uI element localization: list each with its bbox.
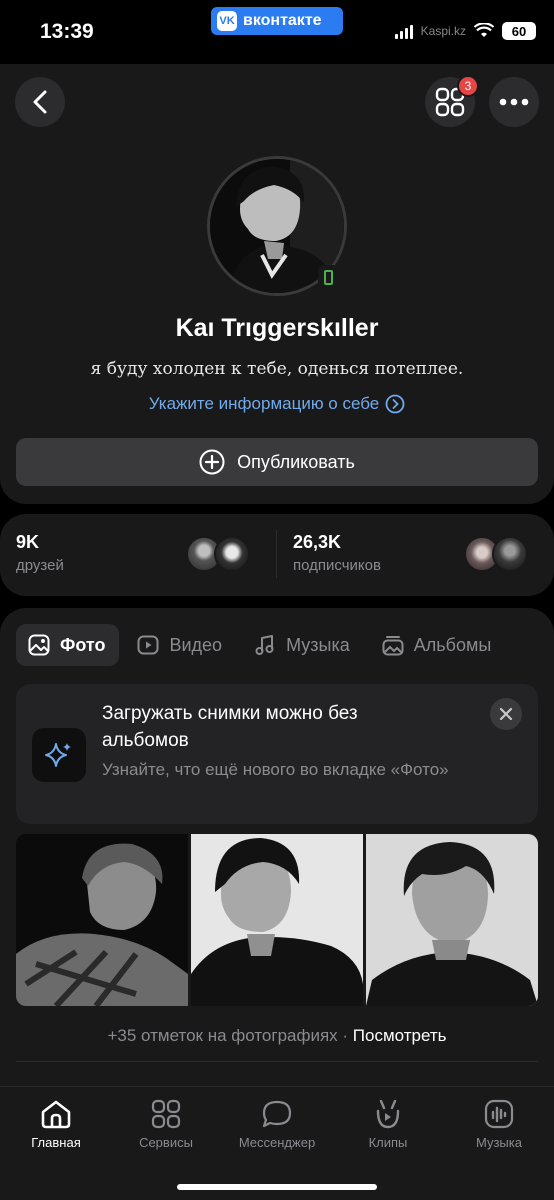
publish-button[interactable]: Опубликовать — [16, 438, 538, 486]
home-icon — [41, 1100, 71, 1129]
messenger-icon — [262, 1100, 292, 1128]
vk-app-badge[interactable]: VK вконтакте — [211, 7, 343, 35]
friends-label: друзей — [16, 557, 64, 574]
close-promo-button[interactable] — [490, 698, 522, 730]
chevron-right-circle-icon — [385, 394, 405, 414]
nav-services[interactable]: Сервисы — [111, 1099, 221, 1150]
chevron-left-icon — [33, 90, 47, 114]
tagged-photos-text: +35 отметок на фотографиях · — [107, 1026, 353, 1045]
tab-albums-label: Альбомы — [413, 634, 492, 655]
video-icon — [137, 635, 159, 655]
nav-services-label: Сервисы — [139, 1135, 193, 1150]
photo-thumbnail[interactable] — [191, 834, 363, 1006]
photo-promo-banner[interactable]: Загружать снимки можно без альбомов Узна… — [16, 684, 538, 824]
profile-status: я буду холоден к тебе, оденься потеплее. — [90, 359, 464, 379]
more-button[interactable] — [489, 77, 539, 127]
sparkle-icon — [32, 728, 86, 782]
tagged-photos: +35 отметок на фотографиях · Посмотреть — [0, 1026, 554, 1046]
clips-icon — [376, 1099, 400, 1129]
view-tagged-link[interactable]: Посмотреть — [353, 1026, 447, 1045]
photo-thumbnail[interactable] — [16, 834, 188, 1006]
vk-logo-icon: VK — [217, 11, 237, 31]
friends-count: 9K — [16, 532, 40, 552]
status-indicators: Kaspi.kz 60 — [394, 22, 536, 40]
media-tabs: Фото Видео Музыка Альбомы — [16, 624, 505, 666]
online-mobile-icon — [318, 265, 338, 289]
add-info-label: Укажите информацию о себе — [148, 394, 380, 413]
tab-photo[interactable]: Фото — [16, 624, 120, 666]
vk-badge-label: вконтакте — [243, 12, 322, 29]
stats-divider — [276, 530, 277, 578]
services-button[interactable]: 3 — [425, 75, 479, 127]
tab-video-label: Видео — [169, 634, 223, 655]
more-dots-icon — [499, 98, 529, 106]
follower-avatar — [492, 536, 528, 572]
back-button[interactable] — [15, 77, 65, 127]
tab-photo-label: Фото — [60, 634, 106, 655]
nav-messenger-label: Мессенджер — [238, 1135, 316, 1150]
friends-avatars — [186, 536, 250, 572]
music-icon — [255, 635, 274, 655]
photo-icon — [28, 634, 50, 656]
close-icon — [499, 707, 513, 721]
add-info-link[interactable]: Укажите информацию о себе — [0, 394, 554, 414]
tab-music-label: Музыка — [286, 634, 350, 655]
music-icon — [484, 1099, 514, 1129]
services-icon — [151, 1099, 181, 1129]
tab-video[interactable]: Видео — [125, 624, 236, 666]
notification-badge: 3 — [457, 75, 479, 97]
nav-music[interactable]: Музыка — [444, 1099, 554, 1150]
nav-home-label: Главная — [31, 1135, 81, 1150]
status-bar: 13:39 VK вконтакте Kaspi.kz 60 — [0, 0, 554, 64]
tab-music[interactable]: Музыка — [242, 624, 364, 666]
friend-avatar — [214, 536, 250, 572]
nav-clips[interactable]: Клипы — [333, 1099, 443, 1150]
tab-albums[interactable]: Альбомы — [370, 624, 506, 666]
signal-icon — [394, 23, 413, 39]
followers-label: подписчиков — [293, 557, 381, 574]
promo-title: Загружать снимки можно без альбомов — [102, 703, 358, 751]
followers-stat[interactable]: 26,3K подписчиков — [293, 532, 381, 574]
media-card: Фото Видео Музыка Альбомы Загружать сним… — [0, 608, 554, 1108]
wifi-icon — [474, 23, 494, 37]
promo-description: Узнайте, что ещё нового во вкладке «Фото… — [102, 760, 449, 779]
stats-card: 9K друзей 26,3K подписчиков — [0, 514, 554, 596]
nav-clips-label: Клипы — [368, 1135, 408, 1150]
plus-circle-icon — [199, 449, 225, 475]
nav-home[interactable]: Главная — [1, 1099, 111, 1150]
bottom-tab-bar: Главная Сервисы Мессенджер Клипы Музыка — [0, 1086, 554, 1200]
status-time: 13:39 — [40, 20, 94, 43]
photo-thumbnail[interactable] — [366, 834, 538, 1006]
photo-grid — [16, 834, 538, 1006]
profile-name: Kaı Trıggerskıller — [175, 314, 379, 342]
friends-stat[interactable]: 9K друзей — [16, 532, 64, 574]
followers-count: 26,3K — [293, 532, 342, 552]
carrier-label: Kaspi.kz — [420, 24, 466, 38]
nav-messenger[interactable]: Мессенджер — [222, 1099, 332, 1150]
divider — [16, 1061, 538, 1062]
battery-icon: 60 — [502, 22, 536, 40]
profile-header-card: 3 Kaı Trıggerskıller я буду холоден к те… — [0, 64, 554, 504]
nav-music-label: Музыка — [476, 1135, 522, 1150]
home-indicator[interactable] — [177, 1184, 377, 1190]
publish-label: Опубликовать — [237, 451, 355, 472]
followers-avatars — [464, 536, 528, 572]
albums-icon — [382, 636, 404, 656]
